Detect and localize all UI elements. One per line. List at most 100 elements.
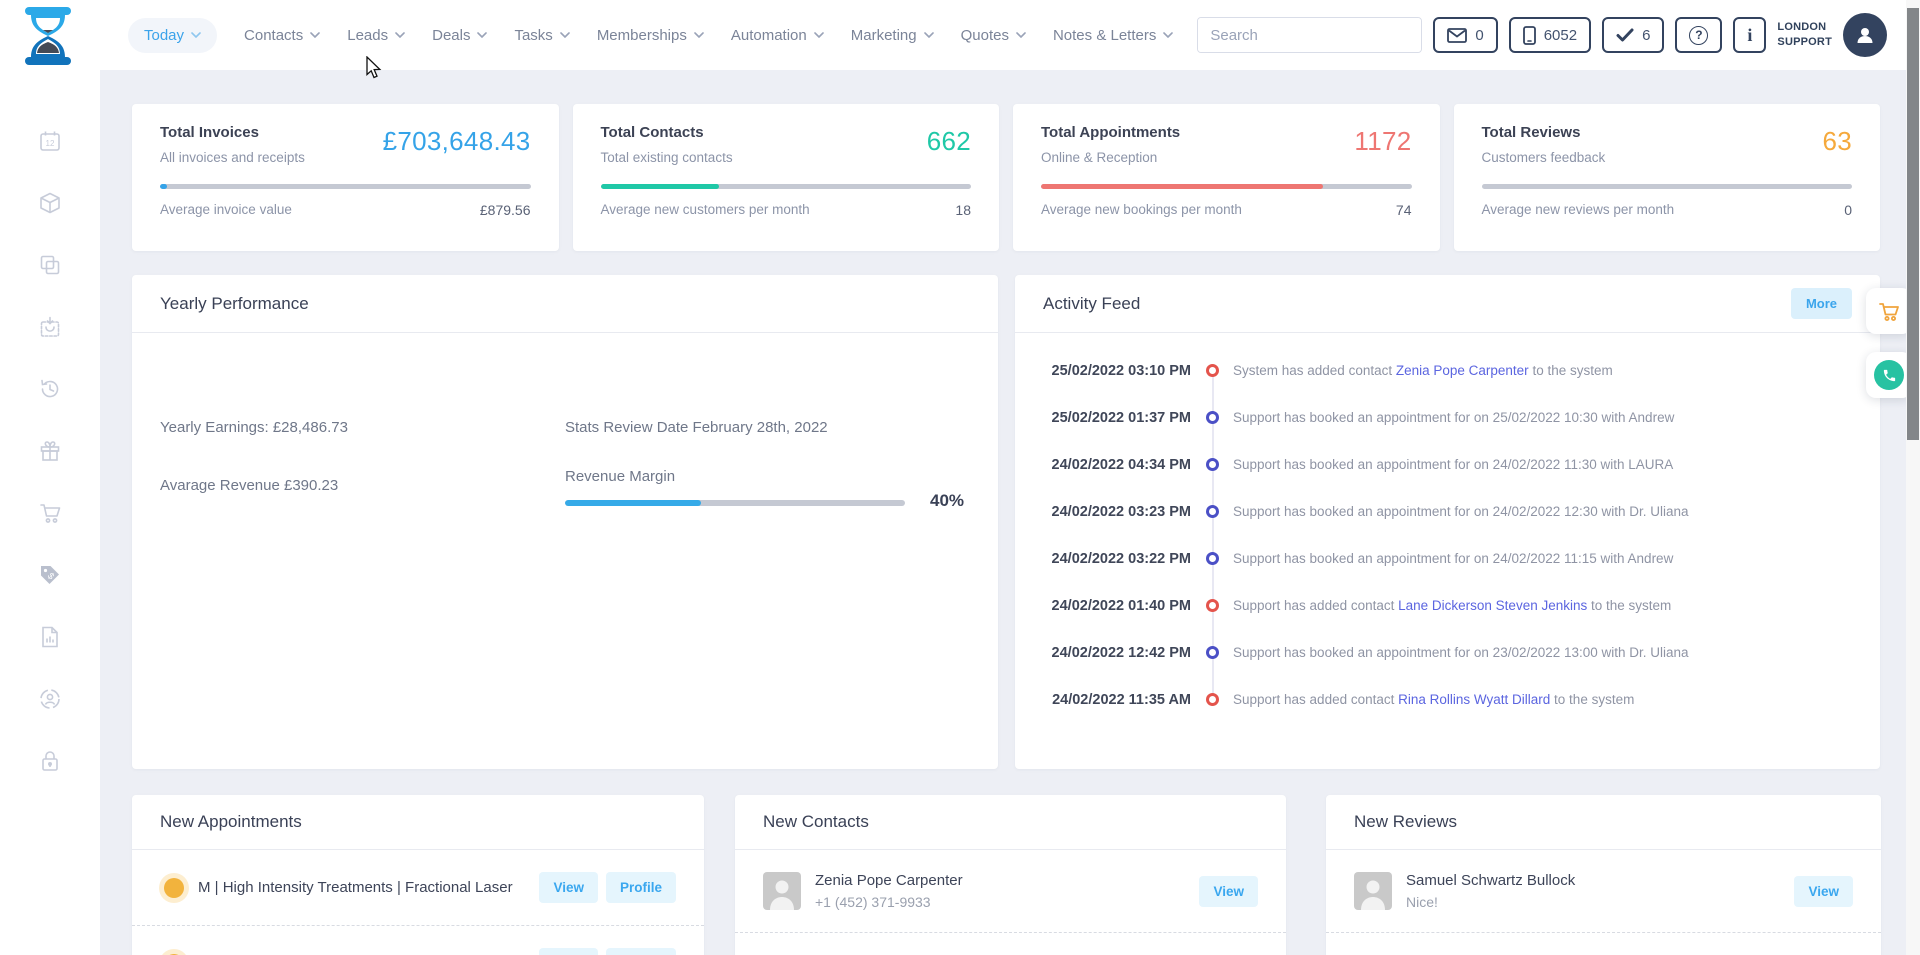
stat-footer-label: Average new reviews per month <box>1482 202 1675 218</box>
user-circle-icon[interactable] <box>38 687 62 711</box>
app-logo[interactable] <box>22 7 74 65</box>
new-appointments-panel: New Appointments M | High Intensity Trea… <box>132 795 704 955</box>
feed-time: 24/02/2022 01:40 PM <box>1041 598 1191 614</box>
task-count: 6 <box>1642 27 1650 44</box>
check-icon <box>1616 28 1634 42</box>
nav-label: Marketing <box>851 27 917 44</box>
cart-icon[interactable] <box>38 501 62 525</box>
panel-title: New Appointments <box>160 812 302 832</box>
contact-link[interactable]: Zenia Pope Carpenter <box>1396 363 1529 378</box>
activity-feed-list: 25/02/2022 03:10 PM System has added con… <box>1015 333 1880 723</box>
view-button[interactable]: View <box>1199 876 1258 907</box>
copy-icon[interactable] <box>38 253 62 277</box>
phone-button[interactable]: 6052 <box>1509 17 1591 53</box>
view-button[interactable]: View <box>539 948 598 955</box>
nav-label: Notes & Letters <box>1053 27 1156 44</box>
appointment-row: M | High Intensity Treatments | Fraction… <box>132 850 704 925</box>
nav-item-memberships[interactable]: Memberships <box>597 27 704 44</box>
chevron-down-icon <box>924 32 934 38</box>
view-button[interactable]: View <box>1794 876 1853 907</box>
report-icon[interactable] <box>38 625 62 649</box>
chevron-down-icon <box>191 32 201 38</box>
panel-title: Activity Feed <box>1043 294 1140 314</box>
info-icon: i <box>1747 25 1752 46</box>
contact-added-marker-icon <box>1206 599 1219 612</box>
location-label: LONDON SUPPORT <box>1777 20 1832 50</box>
nav-item-deals[interactable]: Deals <box>432 27 487 44</box>
gift-icon[interactable] <box>38 439 62 463</box>
stat-title: Total Invoices <box>160 124 305 141</box>
contact-link[interactable]: Lane Dickerson Steven Jenkins <box>1398 598 1587 613</box>
feed-item: 25/02/2022 01:37 PM Support has booked a… <box>1015 394 1880 441</box>
nav-item-today[interactable]: Today <box>128 18 217 53</box>
nav-item-leads[interactable]: Leads <box>347 27 405 44</box>
nav-item-tasks[interactable]: Tasks <box>514 27 569 44</box>
contact-row: Zenia Pope Carpenter +1 (452) 371-9933 V… <box>735 850 1286 932</box>
chevron-down-icon <box>560 32 570 38</box>
nav-item-contacts[interactable]: Contacts <box>244 27 320 44</box>
stat-footer-label: Average new bookings per month <box>1041 202 1242 218</box>
more-button[interactable]: More <box>1791 288 1852 319</box>
chevron-down-icon <box>814 32 824 38</box>
bag-receive-icon[interactable] <box>38 315 62 339</box>
nav-item-automation[interactable]: Automation <box>731 27 824 44</box>
tasks-button[interactable]: 6 <box>1602 17 1664 53</box>
nav-label: Quotes <box>961 27 1009 44</box>
feed-item: 24/02/2022 11:35 AM Support has added co… <box>1015 676 1880 723</box>
view-button[interactable]: View <box>539 872 598 903</box>
stat-footer-value: 18 <box>955 202 971 218</box>
lock-icon[interactable] <box>38 749 62 773</box>
stat-footer-label: Average new customers per month <box>601 202 810 218</box>
chevron-down-icon <box>310 32 320 38</box>
stat-footer-value: £879.56 <box>480 202 531 218</box>
search-box <box>1197 17 1422 53</box>
info-button[interactable]: i <box>1733 17 1766 53</box>
progress-bar <box>1482 184 1853 189</box>
stat-card-total-invoices: Total Invoices All invoices and receipts… <box>132 104 559 251</box>
profile-button[interactable]: Profile <box>606 872 676 903</box>
feed-item: 24/02/2022 01:40 PM Support has added co… <box>1015 582 1880 629</box>
feed-time: 24/02/2022 04:34 PM <box>1041 457 1191 473</box>
user-avatar[interactable] <box>1843 13 1887 57</box>
average-revenue: Avarage Revenue £390.23 <box>160 477 338 494</box>
nav-label: Tasks <box>514 27 552 44</box>
feed-item: 24/02/2022 04:34 PM Support has booked a… <box>1015 441 1880 488</box>
search-input[interactable] <box>1198 18 1421 52</box>
mail-icon <box>1447 28 1467 43</box>
appointment-marker-icon <box>1206 458 1219 471</box>
hourglass-logo-icon <box>22 7 74 65</box>
revenue-margin-label: Revenue Margin <box>565 468 675 485</box>
package-icon[interactable] <box>38 191 62 215</box>
smartphone-icon <box>1523 26 1536 45</box>
feed-time: 24/02/2022 11:35 AM <box>1041 692 1191 708</box>
nav-label: Automation <box>731 27 807 44</box>
progress-bar <box>601 184 972 189</box>
calendar-icon[interactable]: 12 <box>38 129 62 153</box>
nav-item-marketing[interactable]: Marketing <box>851 27 934 44</box>
help-button[interactable]: ? <box>1675 17 1722 53</box>
stat-title: Total Appointments <box>1041 124 1180 141</box>
profile-button[interactable]: Profile <box>606 948 676 955</box>
contact-avatar <box>763 872 801 910</box>
person-silhouette-icon <box>1354 872 1392 910</box>
page-scrollbar[interactable] <box>1906 0 1920 955</box>
feed-item: 24/02/2022 03:22 PM Support has booked a… <box>1015 535 1880 582</box>
progress-bar <box>1041 184 1412 189</box>
appointment-marker-icon <box>1206 552 1219 565</box>
progress-bar <box>160 184 531 189</box>
nav-item-notes-letters[interactable]: Notes & Letters <box>1053 27 1173 44</box>
scrollbar-thumb[interactable] <box>1907 8 1919 440</box>
contact-link[interactable]: Rina Rollins Wyatt Dillard <box>1398 692 1550 707</box>
reviewer-avatar <box>1354 872 1392 910</box>
search-button[interactable] <box>1421 17 1422 53</box>
price-tag-icon[interactable]: $ <box>38 563 62 587</box>
history-icon[interactable] <box>38 377 62 401</box>
nav-item-quotes[interactable]: Quotes <box>961 27 1026 44</box>
nav-label: Leads <box>347 27 388 44</box>
stat-card-total-appointments: Total Appointments Online & Reception 11… <box>1013 104 1440 251</box>
mail-button[interactable]: 0 <box>1433 17 1497 53</box>
feed-item: 24/02/2022 12:42 PM Support has booked a… <box>1015 629 1880 676</box>
stat-footer-value: 74 <box>1396 202 1412 218</box>
appointment-label: M | High Intensity Treatments | Fraction… <box>198 879 525 896</box>
person-silhouette-icon <box>763 872 801 910</box>
